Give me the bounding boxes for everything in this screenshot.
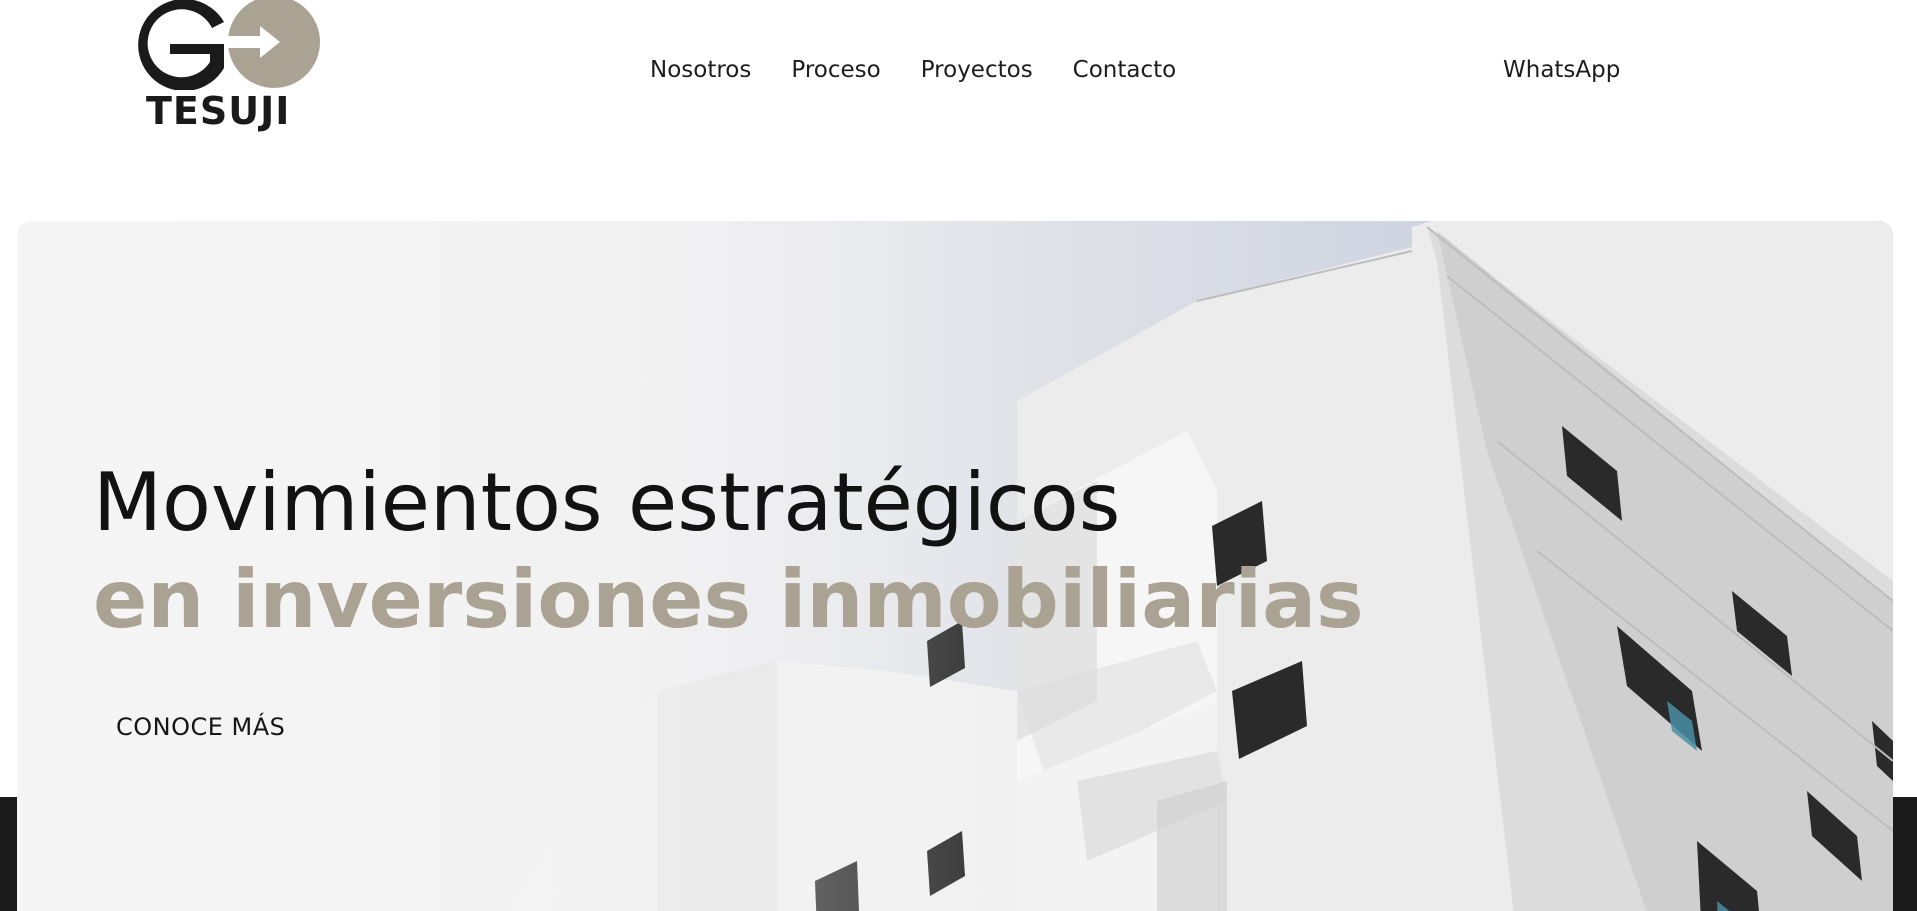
nav-link-nosotros[interactable]: Nosotros [650, 52, 751, 88]
site-header: TESUJI Nosotros Proceso Proyectos Contac… [0, 0, 1917, 150]
nav-link-proceso[interactable]: Proceso [791, 52, 880, 88]
conoce-mas-button[interactable]: CONOCE MÁS [116, 700, 285, 754]
go-logo-mark [138, 0, 320, 90]
whatsapp-link[interactable]: WhatsApp [1503, 52, 1620, 88]
tesuji-logo[interactable]: TESUJI [132, 0, 322, 134]
logo-wordmark: TESUJI [146, 89, 291, 133]
main-nav: Nosotros Proceso Proyectos Contacto [650, 52, 1176, 88]
hero-subtitle: en inversiones inmobiliarias [93, 553, 1364, 646]
page: TESUJI Nosotros Proceso Proyectos Contac… [0, 0, 1917, 911]
nav-link-contacto[interactable]: Contacto [1073, 52, 1177, 88]
hero-title: Movimientos estratégicos [93, 456, 1121, 549]
nav-link-proyectos[interactable]: Proyectos [921, 52, 1033, 88]
